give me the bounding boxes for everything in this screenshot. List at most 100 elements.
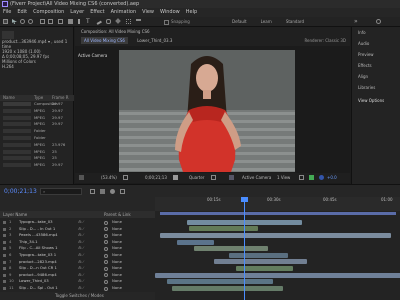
layer-row[interactable]: 4 Thip_34.1 ⁂ ⁄ None — [0, 239, 155, 246]
layer-duration-bar[interactable] — [155, 272, 400, 278]
parent-dropdown[interactable]: None — [112, 278, 122, 285]
hand-tool-icon[interactable] — [20, 19, 25, 24]
pick-whip-icon[interactable] — [104, 253, 108, 258]
pick-whip-icon[interactable] — [104, 286, 108, 291]
rotate-tool-icon[interactable] — [40, 19, 45, 24]
pick-whip-icon[interactable] — [104, 240, 108, 245]
layer-name[interactable]: Slip - D... - In Out 1 — [19, 226, 75, 233]
tab-all-video-mixing[interactable]: All Video Mixing CS6 — [81, 37, 128, 44]
parent-dropdown[interactable]: None — [112, 245, 122, 252]
pick-whip-icon[interactable] — [104, 279, 108, 284]
menu-help[interactable]: Help — [186, 9, 197, 15]
snapshot-icon[interactable] — [173, 175, 178, 180]
pick-whip-icon[interactable] — [104, 260, 108, 265]
pick-whip-icon[interactable] — [104, 233, 108, 238]
pick-whip-icon[interactable] — [104, 220, 108, 225]
always-preview-icon[interactable] — [79, 175, 84, 180]
eye-visibility-icon[interactable] — [3, 273, 6, 277]
layer-duration-bar[interactable] — [189, 226, 259, 232]
camera-dropdown[interactable]: Active Camera — [242, 173, 271, 183]
layer-row[interactable]: 8 Slip - D...n Out CR 1 ⁂ ⁄ None — [0, 265, 155, 272]
pan-behind-tool-icon[interactable] — [58, 19, 63, 24]
rectangle-tool-icon[interactable] — [68, 19, 73, 24]
menu-composition[interactable]: Composition — [33, 9, 64, 15]
brush-tool-icon[interactable] — [95, 18, 102, 25]
clone-stamp-tool-icon[interactable] — [106, 19, 111, 24]
layer-row[interactable]: 9 product...9486.mp4 ⁂ ⁄ None — [0, 272, 155, 279]
workspace-standard[interactable]: Standard — [286, 19, 304, 24]
zoom-dropdown[interactable]: (53.4%) — [101, 173, 117, 183]
timeline-search-input[interactable]: ⌕ — [40, 188, 82, 195]
home-icon[interactable] — [3, 19, 8, 24]
eye-visibility-icon[interactable] — [3, 234, 6, 238]
layer-switches[interactable]: ⁂ ⁄ — [78, 272, 84, 279]
layer-name[interactable]: Thip_34.1 — [19, 239, 75, 246]
puppet-tool-icon[interactable] — [136, 19, 141, 24]
layer-switches[interactable]: ⁂ ⁄ — [78, 278, 84, 285]
panel-audio[interactable]: Audio — [352, 38, 400, 49]
fast-previews-icon[interactable] — [309, 175, 314, 180]
layer-row[interactable]: 5 Flip - C...All Shows 1 ⁂ ⁄ None — [0, 245, 155, 252]
menu-effect[interactable]: Effect — [90, 9, 104, 15]
parent-dropdown[interactable]: None — [112, 226, 122, 233]
toggle-pixel-aspect-icon[interactable] — [299, 175, 304, 180]
snapping-checkbox-icon[interactable] — [164, 19, 169, 25]
current-time-display[interactable]: 0;00;21;13 — [145, 173, 167, 183]
workspace-overflow-icon[interactable]: » — [354, 17, 359, 25]
layer-switches[interactable]: ⁂ ⁄ — [78, 285, 84, 292]
layer-switches[interactable]: ⁂ ⁄ — [78, 239, 84, 246]
layer-duration-bar[interactable] — [167, 279, 273, 285]
project-item[interactable]: Composition 29.97 — [0, 101, 74, 108]
eye-visibility-icon[interactable] — [3, 254, 6, 257]
project-item[interactable]: MPEG 25 — [0, 155, 74, 162]
panel-effects[interactable]: Effects — [352, 60, 400, 71]
composition-frame[interactable] — [119, 50, 295, 172]
menu-edit[interactable]: Edit — [17, 9, 27, 15]
layer-name[interactable]: Pexels ...43586.mp4 — [19, 232, 75, 239]
camera-tool-icon[interactable] — [48, 19, 53, 24]
layer-switches[interactable]: ⁂ ⁄ — [78, 232, 84, 239]
eye-visibility-icon[interactable] — [3, 240, 6, 244]
pick-whip-icon[interactable] — [104, 266, 108, 271]
work-area-bar[interactable] — [160, 212, 396, 215]
playhead-line[interactable] — [244, 197, 245, 300]
view-layout-dropdown[interactable]: 1 View — [277, 173, 290, 183]
pick-whip-icon[interactable] — [104, 227, 108, 232]
layer-name[interactable]: Slip - D...n Out CR 1 — [19, 265, 75, 272]
layer-name[interactable]: Lower_Third_03 — [19, 278, 75, 285]
pen-tool-icon[interactable] — [78, 19, 81, 24]
search-help-icon[interactable] — [376, 19, 381, 24]
eye-visibility-icon[interactable] — [3, 287, 6, 290]
layer-row[interactable]: 11 Slip - D... Spl - Out 1 ⁂ ⁄ None — [0, 285, 155, 292]
project-item[interactable]: MPEG 29.97 — [0, 108, 74, 115]
parent-dropdown[interactable]: None — [112, 219, 122, 226]
tab-lower-third[interactable]: Lower_Third_03.3 — [137, 38, 172, 43]
layer-row[interactable]: 6 Typogra...take_03 1 ⁂ ⁄ None — [0, 252, 155, 259]
project-item[interactable]: MPEG 25 — [0, 149, 74, 156]
parent-dropdown[interactable]: None — [112, 285, 122, 292]
roto-brush-tool-icon[interactable] — [126, 19, 131, 24]
playhead-handle[interactable] — [241, 197, 248, 202]
layer-row[interactable]: 1 Typogra...take_03 ⁂ ⁄ None — [0, 219, 155, 226]
eye-visibility-icon[interactable] — [3, 227, 6, 231]
toggle-switches-modes[interactable]: Toggle Switches / Modes — [0, 292, 155, 300]
resolution-dropdown[interactable]: Quarter — [189, 173, 204, 183]
exposure-reset-icon[interactable] — [319, 175, 324, 180]
layer-name[interactable]: product...2823.mp4 — [19, 259, 75, 266]
layer-row[interactable]: 3 Pexels ...43586.mp4 ⁂ ⁄ None — [0, 232, 155, 239]
pick-whip-icon[interactable] — [104, 246, 108, 251]
composition-panel-title[interactable]: Composition: All Video Mixing CS6 — [81, 28, 150, 36]
view-options-label[interactable]: View Options — [358, 98, 384, 103]
eye-visibility-icon[interactable] — [3, 267, 6, 271]
project-item[interactable]: MPEG 29.97 — [0, 162, 74, 169]
layer-name[interactable]: product...9486.mp4 — [19, 272, 75, 279]
comp-mini-flowchart-icon[interactable] — [90, 189, 95, 194]
timeline-current-time[interactable]: 0;00;21;13 — [4, 188, 37, 195]
workspace-learn[interactable]: Learn — [261, 19, 272, 24]
column-layer-name[interactable]: Layer Name — [3, 211, 27, 218]
layer-duration-bar[interactable] — [213, 259, 308, 265]
snapping-toggle[interactable]: Snapping — [164, 17, 190, 27]
layer-name[interactable]: Flip - C...All Shows 1 — [19, 245, 75, 252]
graph-editor-icon[interactable] — [120, 189, 125, 194]
layer-duration-bar[interactable] — [194, 246, 269, 252]
